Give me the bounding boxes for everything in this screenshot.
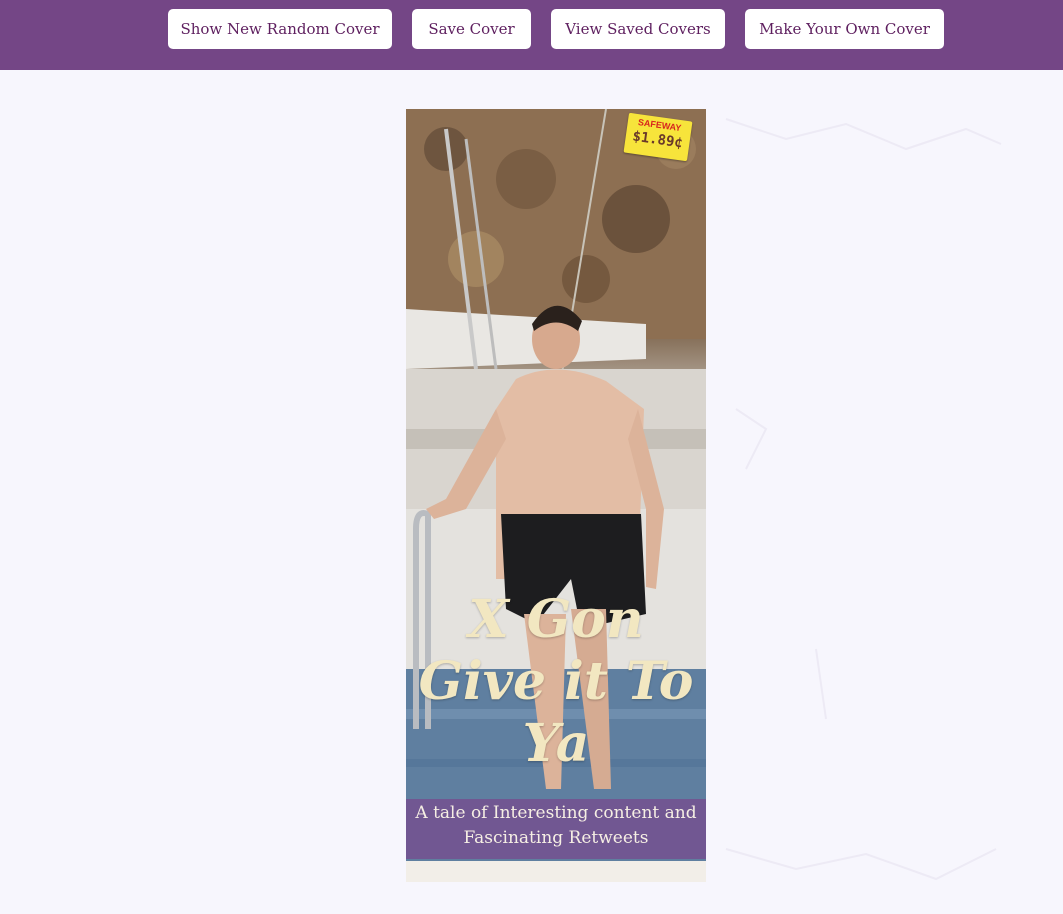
make-own-cover-button[interactable]: Make Your Own Cover	[745, 9, 944, 49]
show-random-cover-button[interactable]: Show New Random Cover	[168, 9, 392, 49]
cover-back-texture	[725, 118, 1002, 881]
cover-title: X Gon Give it To Ya	[418, 589, 694, 774]
save-cover-button[interactable]: Save Cover	[412, 9, 531, 49]
book-cover: SAFEWAY $1.89¢ X Gon Give it To Ya A tal…	[406, 109, 706, 882]
view-saved-covers-button[interactable]: View Saved Covers	[551, 9, 725, 49]
cover-tagline: A tale of Interesting content and Fascin…	[415, 803, 697, 848]
cover-bottom-edge	[406, 861, 706, 882]
top-nav: Show New Random Cover Save Cover View Sa…	[0, 0, 1063, 70]
